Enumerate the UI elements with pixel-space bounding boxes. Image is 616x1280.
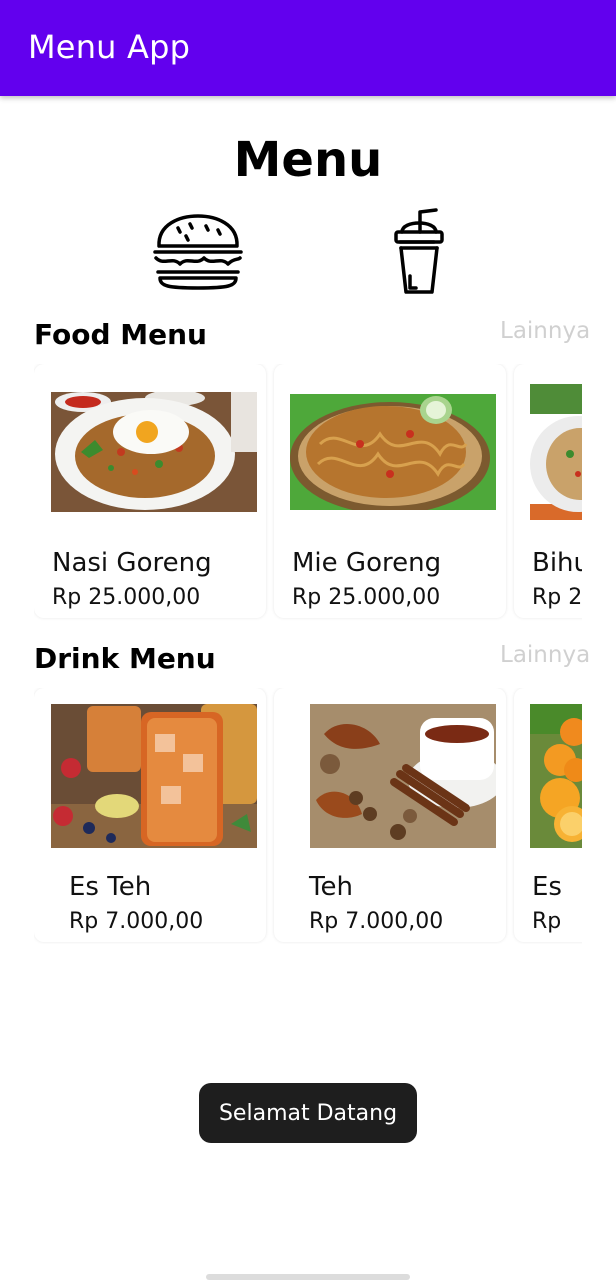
drink-menu-title: Drink Menu	[34, 642, 216, 675]
app-bar: Menu App	[0, 0, 616, 96]
burger-icon	[153, 214, 243, 290]
hot-tea-image	[310, 704, 496, 848]
food-price: Rp 25.000,00	[292, 585, 441, 610]
food-name: Nasi Goreng	[52, 548, 212, 578]
drink-category-button[interactable]	[390, 206, 448, 298]
drink-more-link[interactable]: Lainnya	[500, 642, 590, 668]
food-more-link[interactable]: Lainnya	[500, 318, 590, 344]
food-category-button[interactable]	[150, 210, 246, 292]
iced-tea-image	[51, 704, 257, 848]
drink-card-es-teh[interactable]: Es Teh Rp 7.000,00	[34, 688, 266, 942]
drink-price: Rp 7.000,00	[309, 909, 444, 934]
home-indicator[interactable]	[206, 1274, 410, 1280]
drink-card-es[interactable]: Es Rp	[514, 688, 582, 942]
bihun-image	[530, 384, 582, 520]
drink-name: Teh	[309, 872, 353, 902]
food-price: Rp 2	[532, 585, 582, 610]
food-card-nasi-goreng[interactable]: Nasi Goreng Rp 25.000,00	[34, 364, 266, 618]
toast-message: Selamat Datang	[218, 1100, 398, 1126]
orange-juice-image	[530, 704, 582, 848]
food-card-bihun[interactable]: Bihu Rp 2	[514, 364, 582, 618]
drink-price: Rp 7.000,00	[69, 909, 204, 934]
drink-name: Es Teh	[69, 872, 152, 902]
page-title: Menu	[233, 132, 383, 188]
app-bar-title: Menu App	[28, 28, 191, 66]
drink-name: Es	[532, 872, 562, 902]
mie-goreng-image	[290, 394, 496, 510]
food-menu-title: Food Menu	[34, 318, 207, 351]
food-card-mie-goreng[interactable]: Mie Goreng Rp 25.000,00	[274, 364, 506, 618]
welcome-toast: Selamat Datang	[199, 1083, 417, 1143]
food-name: Bihu	[532, 548, 582, 578]
food-name: Mie Goreng	[292, 548, 442, 578]
drink-price: Rp	[532, 909, 562, 934]
drink-cup-icon	[394, 208, 444, 294]
food-menu-list[interactable]: Nasi Goreng Rp 25.000,00 Mie Goreng Rp 2…	[34, 364, 582, 624]
nasi-goreng-image	[51, 392, 257, 512]
drink-menu-list[interactable]: Es Teh Rp 7.000,00 Teh Rp 7.000,00 Es Rp	[34, 688, 582, 944]
drink-card-teh[interactable]: Teh Rp 7.000,00	[274, 688, 506, 942]
food-price: Rp 25.000,00	[52, 585, 201, 610]
